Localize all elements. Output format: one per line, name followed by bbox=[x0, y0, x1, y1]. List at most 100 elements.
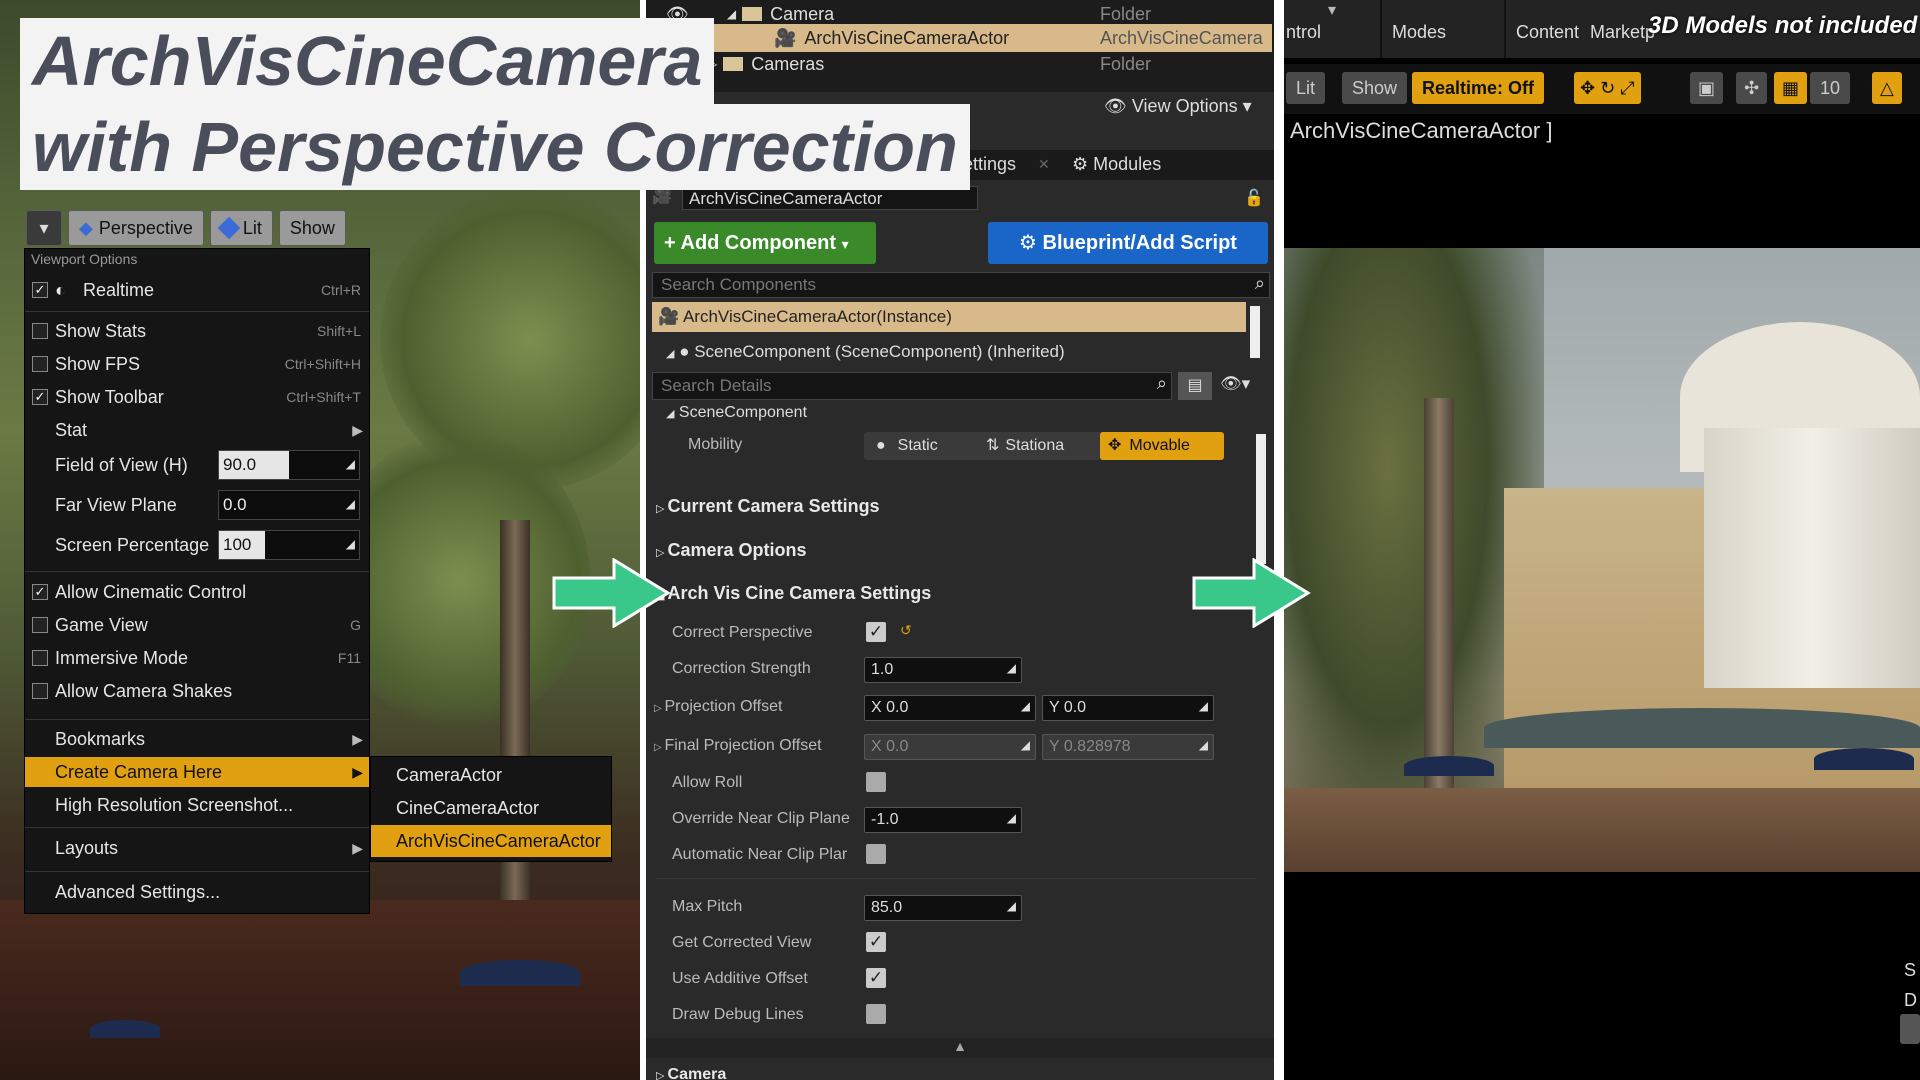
get-corrected-view-checkbox[interactable]: ✓ bbox=[866, 932, 886, 952]
perspective-button[interactable]: ◆ Perspective bbox=[68, 210, 204, 246]
expand-arrow-icon: ▷ bbox=[656, 1070, 668, 1080]
menu-item-high-res-screenshot[interactable]: High Resolution Screenshot... bbox=[25, 790, 369, 820]
menu-item-show-stats[interactable]: Show Stats Shift+L bbox=[25, 316, 369, 346]
far-view-plane-field[interactable]: 0.0 ◢ bbox=[218, 490, 360, 520]
grid-size-button[interactable]: 10 bbox=[1810, 72, 1851, 104]
property-matrix-icon[interactable]: ▤ bbox=[1178, 372, 1212, 400]
lit-button[interactable]: Lit bbox=[1286, 72, 1326, 104]
rotate-icon: ↻ bbox=[1600, 78, 1616, 98]
marketplace-button[interactable]: Marketp bbox=[1590, 22, 1655, 43]
blueprint-icon: ⚙ bbox=[1019, 232, 1037, 254]
menu-item-allow-cinematic-control[interactable]: ✓ Allow Cinematic Control bbox=[25, 577, 369, 607]
draw-debug-lines-checkbox[interactable] bbox=[866, 1004, 886, 1024]
camera-viewport-panel: ntrol ▾ Modes Content Marketp 3D Models … bbox=[1284, 0, 1920, 1080]
grid-snap-button[interactable]: ▦ bbox=[1774, 72, 1808, 104]
surface-snapping-button[interactable]: ▣ bbox=[1690, 72, 1724, 104]
scrollbar[interactable] bbox=[1250, 306, 1260, 358]
allow-cinematic-control-checkbox[interactable]: ✓ bbox=[32, 584, 48, 600]
current-camera-settings-category[interactable]: ▷ Current Camera Settings bbox=[656, 496, 880, 517]
show-stats-checkbox[interactable] bbox=[32, 323, 48, 339]
title-line-1: ArchVisCineCamera bbox=[20, 18, 715, 104]
correct-perspective-checkbox[interactable]: ✓ bbox=[866, 622, 886, 642]
umbrella bbox=[1814, 748, 1914, 770]
partial-button[interactable] bbox=[1900, 1014, 1920, 1044]
lit-button[interactable]: Lit bbox=[209, 210, 273, 246]
expand-arrow-icon: ▷ bbox=[654, 742, 665, 753]
automatic-near-clip-checkbox[interactable] bbox=[866, 844, 886, 864]
mobility-stationary-button[interactable]: ⇅ Stationa bbox=[980, 432, 1100, 460]
chevron-down-icon: ▾ bbox=[39, 217, 49, 238]
menu-item-show-toolbar[interactable]: ✓ Show Toolbar Ctrl+Shift+T bbox=[25, 382, 369, 412]
mobility-selector: ● Static ⇅ Stationa ✥ Movable bbox=[864, 432, 1224, 460]
camera-icon: 🎥 bbox=[658, 307, 680, 326]
modules-icon: ⚙ bbox=[1072, 154, 1089, 174]
menu-item-game-view[interactable]: Game View G bbox=[25, 610, 369, 640]
scene-component-row[interactable]: ◢ ● SceneComponent (SceneComponent) (Inh… bbox=[666, 342, 1065, 362]
modes-button[interactable]: Modes bbox=[1392, 22, 1446, 43]
use-additive-offset-checkbox[interactable]: ✓ bbox=[866, 968, 886, 988]
immersive-mode-checkbox[interactable] bbox=[32, 650, 48, 666]
override-near-clip-field[interactable]: -1.0 ◢ bbox=[864, 807, 1022, 833]
projection-offset-x-field[interactable]: X 0.0 ◢ bbox=[864, 695, 1036, 721]
submenu-arrow-icon: ▶ bbox=[352, 763, 363, 780]
correction-strength-field[interactable]: 1.0 ◢ bbox=[864, 657, 1022, 683]
show-button[interactable]: Show bbox=[1342, 72, 1408, 104]
mobility-movable-button[interactable]: ✥ Movable bbox=[1100, 432, 1224, 460]
angle-snap-button[interactable]: △ bbox=[1872, 72, 1902, 104]
title-overlay: ArchVisCineCamera with Perspective Corre… bbox=[20, 18, 970, 190]
search-details-input[interactable]: Search Details ⌕ bbox=[652, 372, 1172, 400]
game-view-checkbox[interactable] bbox=[32, 617, 48, 633]
component-instance-row[interactable]: 🎥 ArchVisCineCameraActor(Instance) bbox=[652, 302, 1246, 332]
menu-item-create-camera-here[interactable]: Create Camera Here ▶ bbox=[25, 757, 369, 787]
menu-item-realtime[interactable]: ✓ ◐ Realtime Ctrl+R bbox=[25, 275, 369, 305]
allow-roll-checkbox[interactable] bbox=[866, 772, 886, 792]
collapse-arrow-icon[interactable]: ▲ bbox=[646, 1038, 1274, 1058]
add-component-button[interactable]: + Add Component ▾ bbox=[654, 222, 876, 264]
show-button[interactable]: Show bbox=[278, 210, 346, 246]
allow-camera-shakes-checkbox[interactable] bbox=[32, 683, 48, 699]
view-options-button[interactable]: 👁 View Options ▾ bbox=[1104, 96, 1252, 117]
tab-modules[interactable]: ⚙ Modules bbox=[1072, 154, 1161, 175]
visibility-filter-icon[interactable]: 👁▾ bbox=[1220, 374, 1250, 394]
close-icon[interactable]: ✕ bbox=[1038, 156, 1050, 173]
realtime-off-button[interactable]: Realtime: Off bbox=[1412, 72, 1545, 104]
property-get-corrected-view: Get Corrected View ✓ bbox=[646, 926, 1274, 960]
menu-item-advanced-settings[interactable]: Advanced Settings... bbox=[25, 877, 369, 907]
show-toolbar-checkbox[interactable]: ✓ bbox=[32, 389, 48, 405]
drag-handle-icon: ◢ bbox=[1006, 661, 1016, 675]
menu-item-allow-camera-shakes[interactable]: Allow Camera Shakes bbox=[25, 676, 369, 706]
fov-field[interactable]: 90.0 ◢ bbox=[218, 450, 360, 480]
camera-category[interactable]: ▷ Camera bbox=[656, 1066, 726, 1080]
transform-tools[interactable]: ✥ ↻ ⤢ bbox=[1574, 72, 1641, 104]
chevron-down-icon: ▾ bbox=[1328, 2, 1337, 19]
menu-item-immersive-mode[interactable]: Immersive Mode F11 bbox=[25, 643, 369, 673]
camera-options-category[interactable]: ▷ Camera Options bbox=[656, 540, 807, 561]
viewport-options-dropdown[interactable]: ▾ bbox=[26, 210, 62, 246]
max-pitch-field[interactable]: 85.0 ◢ bbox=[864, 895, 1022, 921]
scene-component-category[interactable]: ◢ SceneComponent bbox=[666, 404, 807, 422]
submenu-item-cine-camera-actor[interactable]: CineCameraActor bbox=[371, 792, 611, 824]
reset-to-default-icon[interactable]: ↺ bbox=[900, 622, 912, 639]
expand-arrow-icon: ▷ bbox=[656, 503, 668, 515]
property-max-pitch: Max Pitch 85.0 ◢ bbox=[646, 890, 1274, 924]
blueprint-add-script-button[interactable]: ⚙ Blueprint/Add Script bbox=[988, 222, 1268, 264]
mobility-static-button[interactable]: ● Static bbox=[864, 432, 980, 460]
menu-item-show-fps[interactable]: Show FPS Ctrl+Shift+H bbox=[25, 349, 369, 379]
menu-item-stat[interactable]: Stat ▶ bbox=[25, 415, 369, 445]
search-components-input[interactable]: Search Components ⌕ bbox=[652, 272, 1270, 298]
menu-item-layouts[interactable]: Layouts ▶ bbox=[25, 833, 369, 863]
show-fps-checkbox[interactable] bbox=[32, 356, 48, 372]
lock-icon[interactable]: 🔓 bbox=[1244, 188, 1264, 208]
submenu-item-archvis-cine-camera-actor[interactable]: ArchVisCineCameraActor bbox=[371, 825, 611, 857]
content-button[interactable]: Content bbox=[1516, 22, 1579, 43]
realtime-checkbox[interactable]: ✓ bbox=[32, 282, 48, 298]
world-local-button[interactable]: ✣ bbox=[1736, 72, 1768, 104]
archvis-settings-category[interactable]: ◢ Arch Vis Cine Camera Settings bbox=[656, 583, 931, 604]
submenu-item-camera-actor[interactable]: CameraActor bbox=[371, 759, 611, 791]
toolbar-control-label[interactable]: ntrol bbox=[1286, 22, 1321, 43]
screen-percentage-field[interactable]: 100 ◢ bbox=[218, 530, 360, 560]
scrollbar[interactable] bbox=[1256, 434, 1266, 564]
mobility-label: Mobility bbox=[688, 436, 743, 453]
projection-offset-y-field[interactable]: Y 0.0 ◢ bbox=[1042, 695, 1214, 721]
menu-item-bookmarks[interactable]: Bookmarks ▶ bbox=[25, 724, 369, 754]
